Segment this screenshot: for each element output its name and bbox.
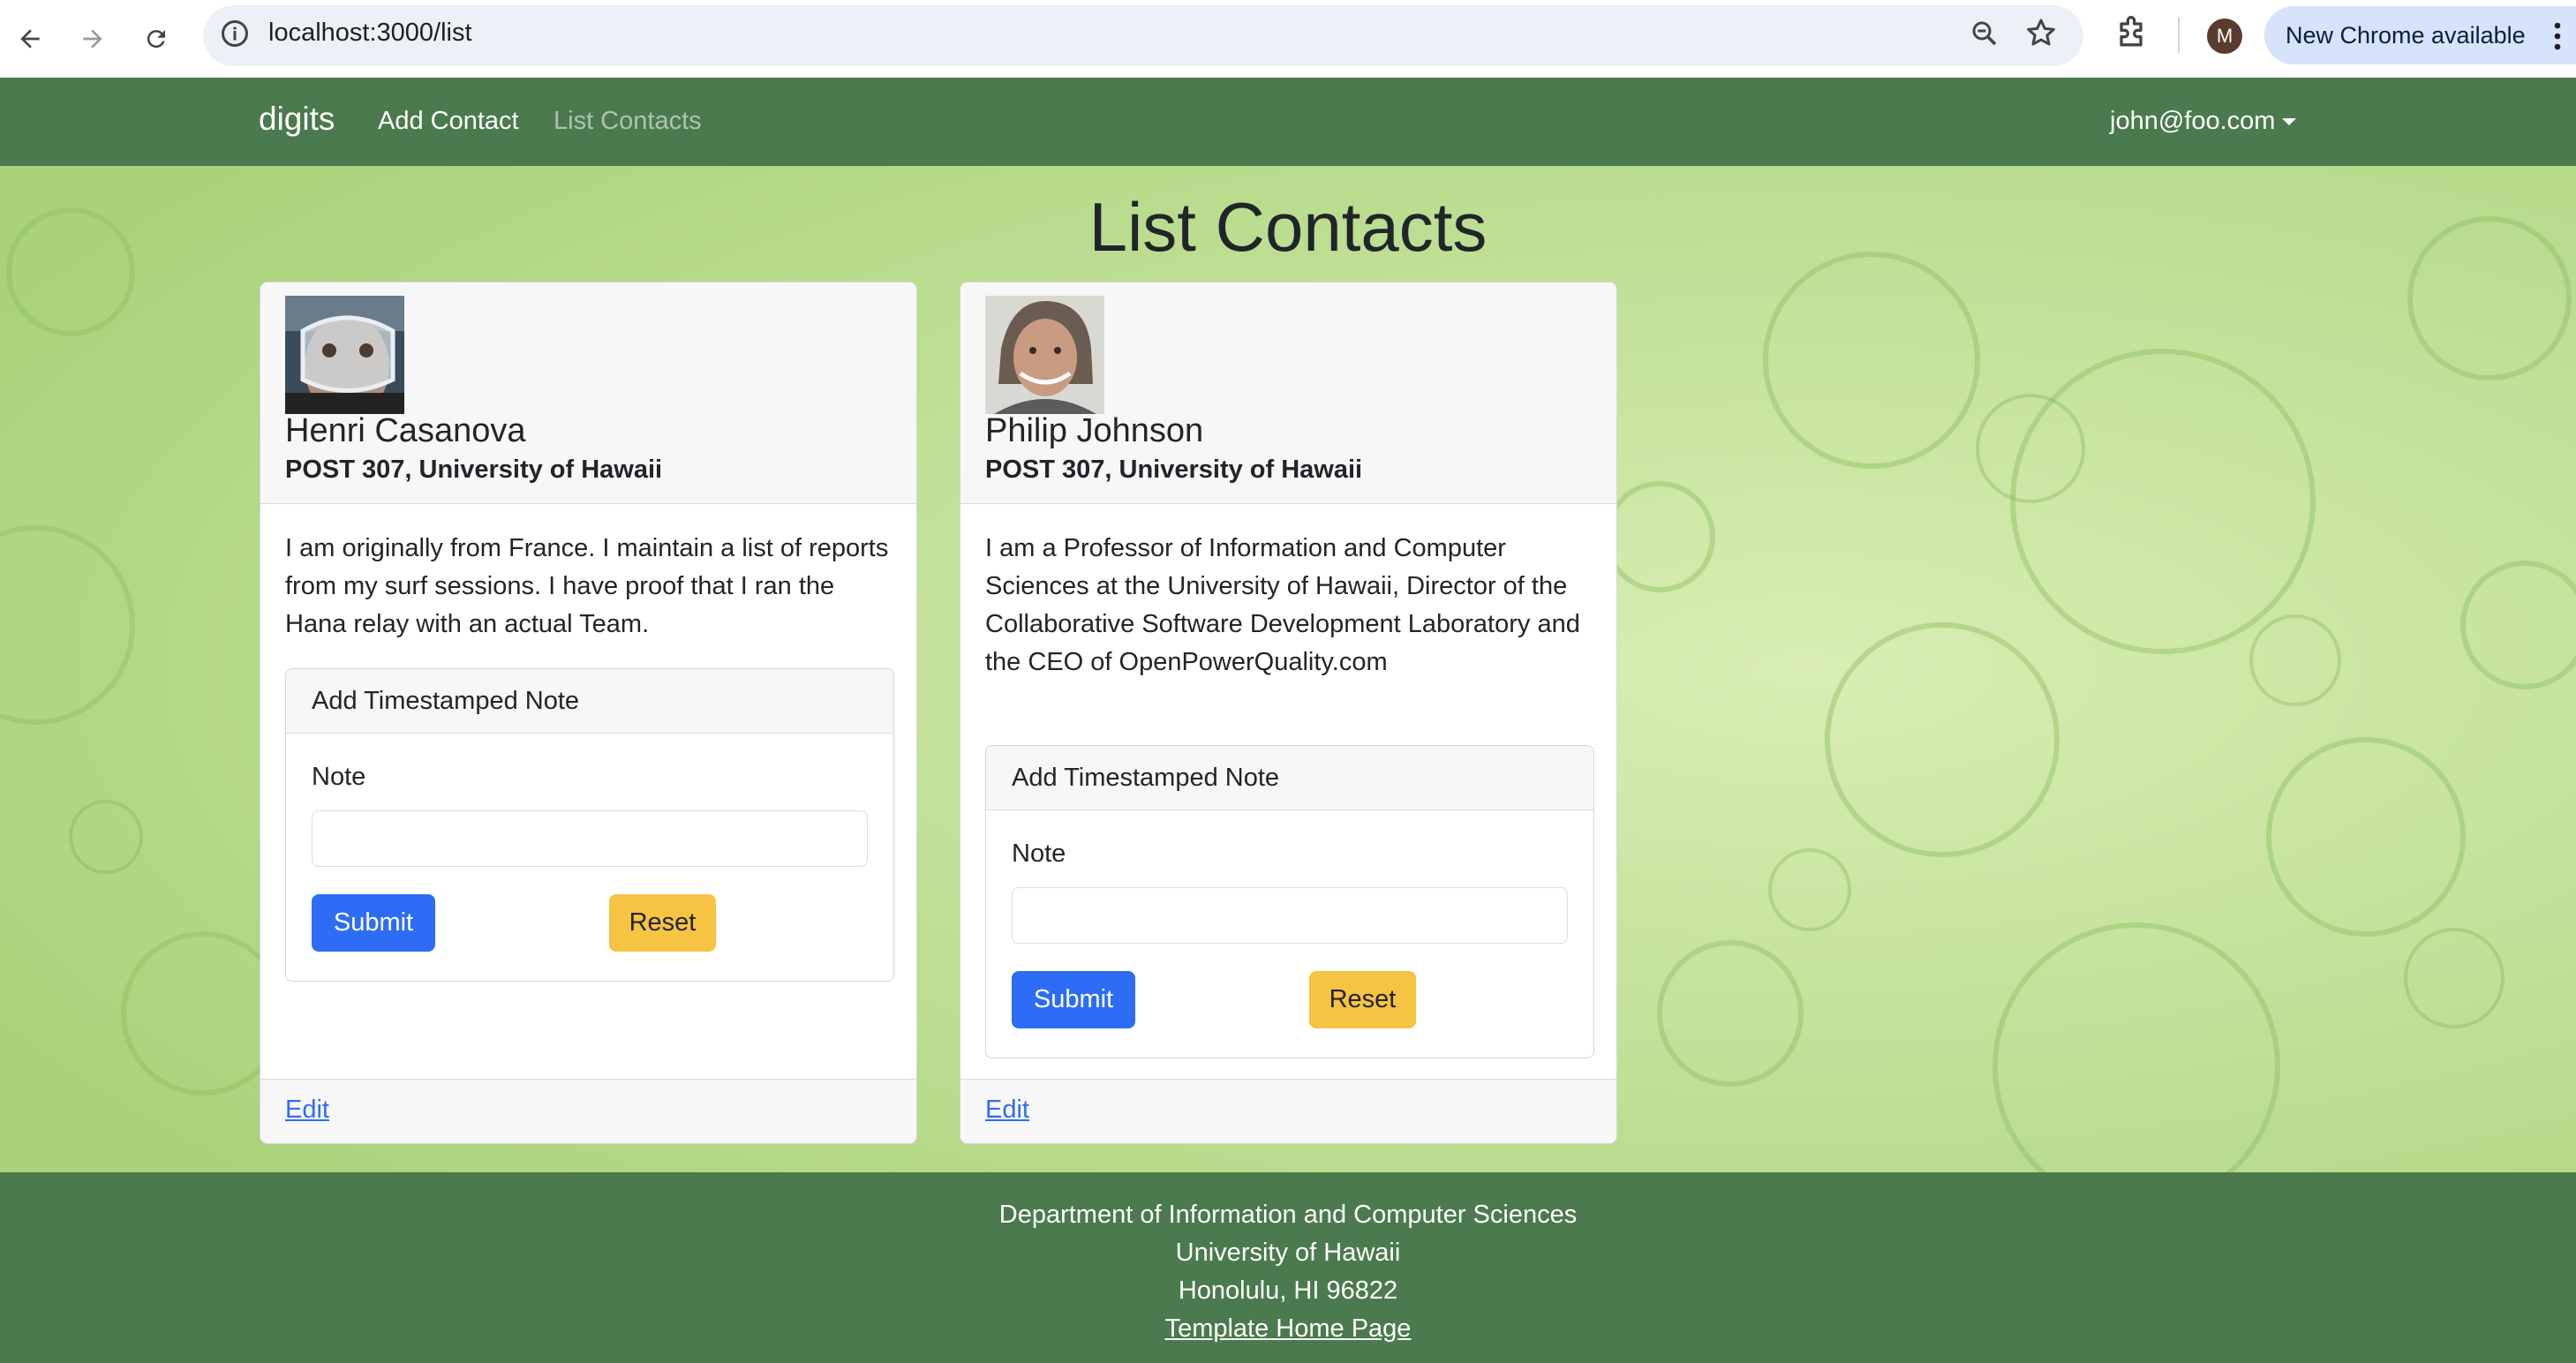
toolbar-separator bbox=[2178, 18, 2180, 53]
card-footer: Edit bbox=[260, 1079, 916, 1143]
browser-toolbar: localhost:3000/list M New Chrome availab… bbox=[0, 0, 2576, 78]
reset-button[interactable]: Reset bbox=[609, 894, 716, 952]
user-email: john@foo.com bbox=[2110, 107, 2276, 135]
card-footer: Edit bbox=[960, 1079, 1616, 1143]
reset-button[interactable]: Reset bbox=[1309, 971, 1416, 1028]
app-navbar: digits Add Contact List Contacts john@fo… bbox=[0, 78, 2576, 166]
contact-address: POST 307, University of Hawaii bbox=[985, 456, 1363, 484]
edit-link[interactable]: Edit bbox=[985, 1096, 1029, 1125]
submit-button[interactable]: Submit bbox=[1012, 971, 1135, 1028]
add-note-form: Add Timestamped Note Note Submit Reset bbox=[985, 745, 1594, 1058]
contact-description: I am a Professor of Information and Comp… bbox=[985, 534, 1580, 676]
contact-description: I am originally from France. I maintain … bbox=[285, 534, 889, 638]
note-label: Note bbox=[312, 763, 366, 791]
address-bar[interactable]: localhost:3000/list bbox=[203, 5, 2083, 66]
chevron-down-icon bbox=[2282, 118, 2297, 126]
contact-photo bbox=[985, 296, 1104, 414]
contact-card: Philip Johnson POST 307, University of H… bbox=[960, 282, 1617, 1144]
edit-link[interactable]: Edit bbox=[285, 1096, 329, 1125]
user-dropdown[interactable]: john@foo.com bbox=[2110, 107, 2297, 136]
forward-icon[interactable] bbox=[73, 19, 112, 58]
submit-button[interactable]: Submit bbox=[312, 894, 435, 952]
site-info-icon[interactable] bbox=[219, 18, 251, 54]
chrome-update-button[interactable]: New Chrome available bbox=[2264, 6, 2576, 64]
zoom-icon[interactable] bbox=[1969, 18, 2000, 54]
contact-name: Philip Johnson bbox=[985, 412, 1204, 449]
note-form-header: Add Timestamped Note bbox=[986, 746, 1593, 810]
update-label: New Chrome available bbox=[2286, 21, 2526, 49]
back-icon[interactable] bbox=[11, 19, 49, 58]
note-label: Note bbox=[1012, 840, 1066, 868]
footer-university: University of Hawaii bbox=[1175, 1239, 1401, 1267]
add-note-form: Add Timestamped Note Note Submit Reset bbox=[285, 668, 894, 982]
footer-location: Honolulu, HI 96822 bbox=[1178, 1276, 1398, 1305]
contact-photo bbox=[285, 296, 404, 414]
site-footer: Department of Information and Computer S… bbox=[0, 1172, 2576, 1363]
note-input[interactable] bbox=[1012, 887, 1568, 944]
nav-list-contacts[interactable]: List Contacts bbox=[554, 107, 702, 136]
note-form-header: Add Timestamped Note bbox=[286, 669, 893, 734]
note-input[interactable] bbox=[312, 810, 868, 867]
contact-address: POST 307, University of Hawaii bbox=[285, 456, 663, 484]
profile-avatar[interactable]: M bbox=[2207, 19, 2242, 54]
bookmark-star-icon[interactable] bbox=[2023, 16, 2059, 56]
more-menu-icon[interactable] bbox=[2551, 20, 2564, 58]
brand-link[interactable]: digits bbox=[259, 101, 335, 138]
contact-name: Henri Casanova bbox=[285, 412, 526, 449]
nav-add-contact[interactable]: Add Contact bbox=[378, 107, 519, 136]
url-text: localhost:3000/list bbox=[268, 19, 472, 47]
footer-department: Department of Information and Computer S… bbox=[998, 1201, 1578, 1229]
card-header: Philip Johnson POST 307, University of H… bbox=[960, 282, 1616, 504]
page-title: List Contacts bbox=[1088, 188, 1488, 266]
card-header: Henri Casanova POST 307, University of H… bbox=[260, 282, 916, 504]
contact-card: Henri Casanova POST 307, University of H… bbox=[260, 282, 917, 1144]
template-home-link[interactable]: Template Home Page bbox=[1165, 1314, 1412, 1343]
extensions-icon[interactable] bbox=[2112, 14, 2150, 57]
reload-icon[interactable] bbox=[137, 19, 176, 58]
